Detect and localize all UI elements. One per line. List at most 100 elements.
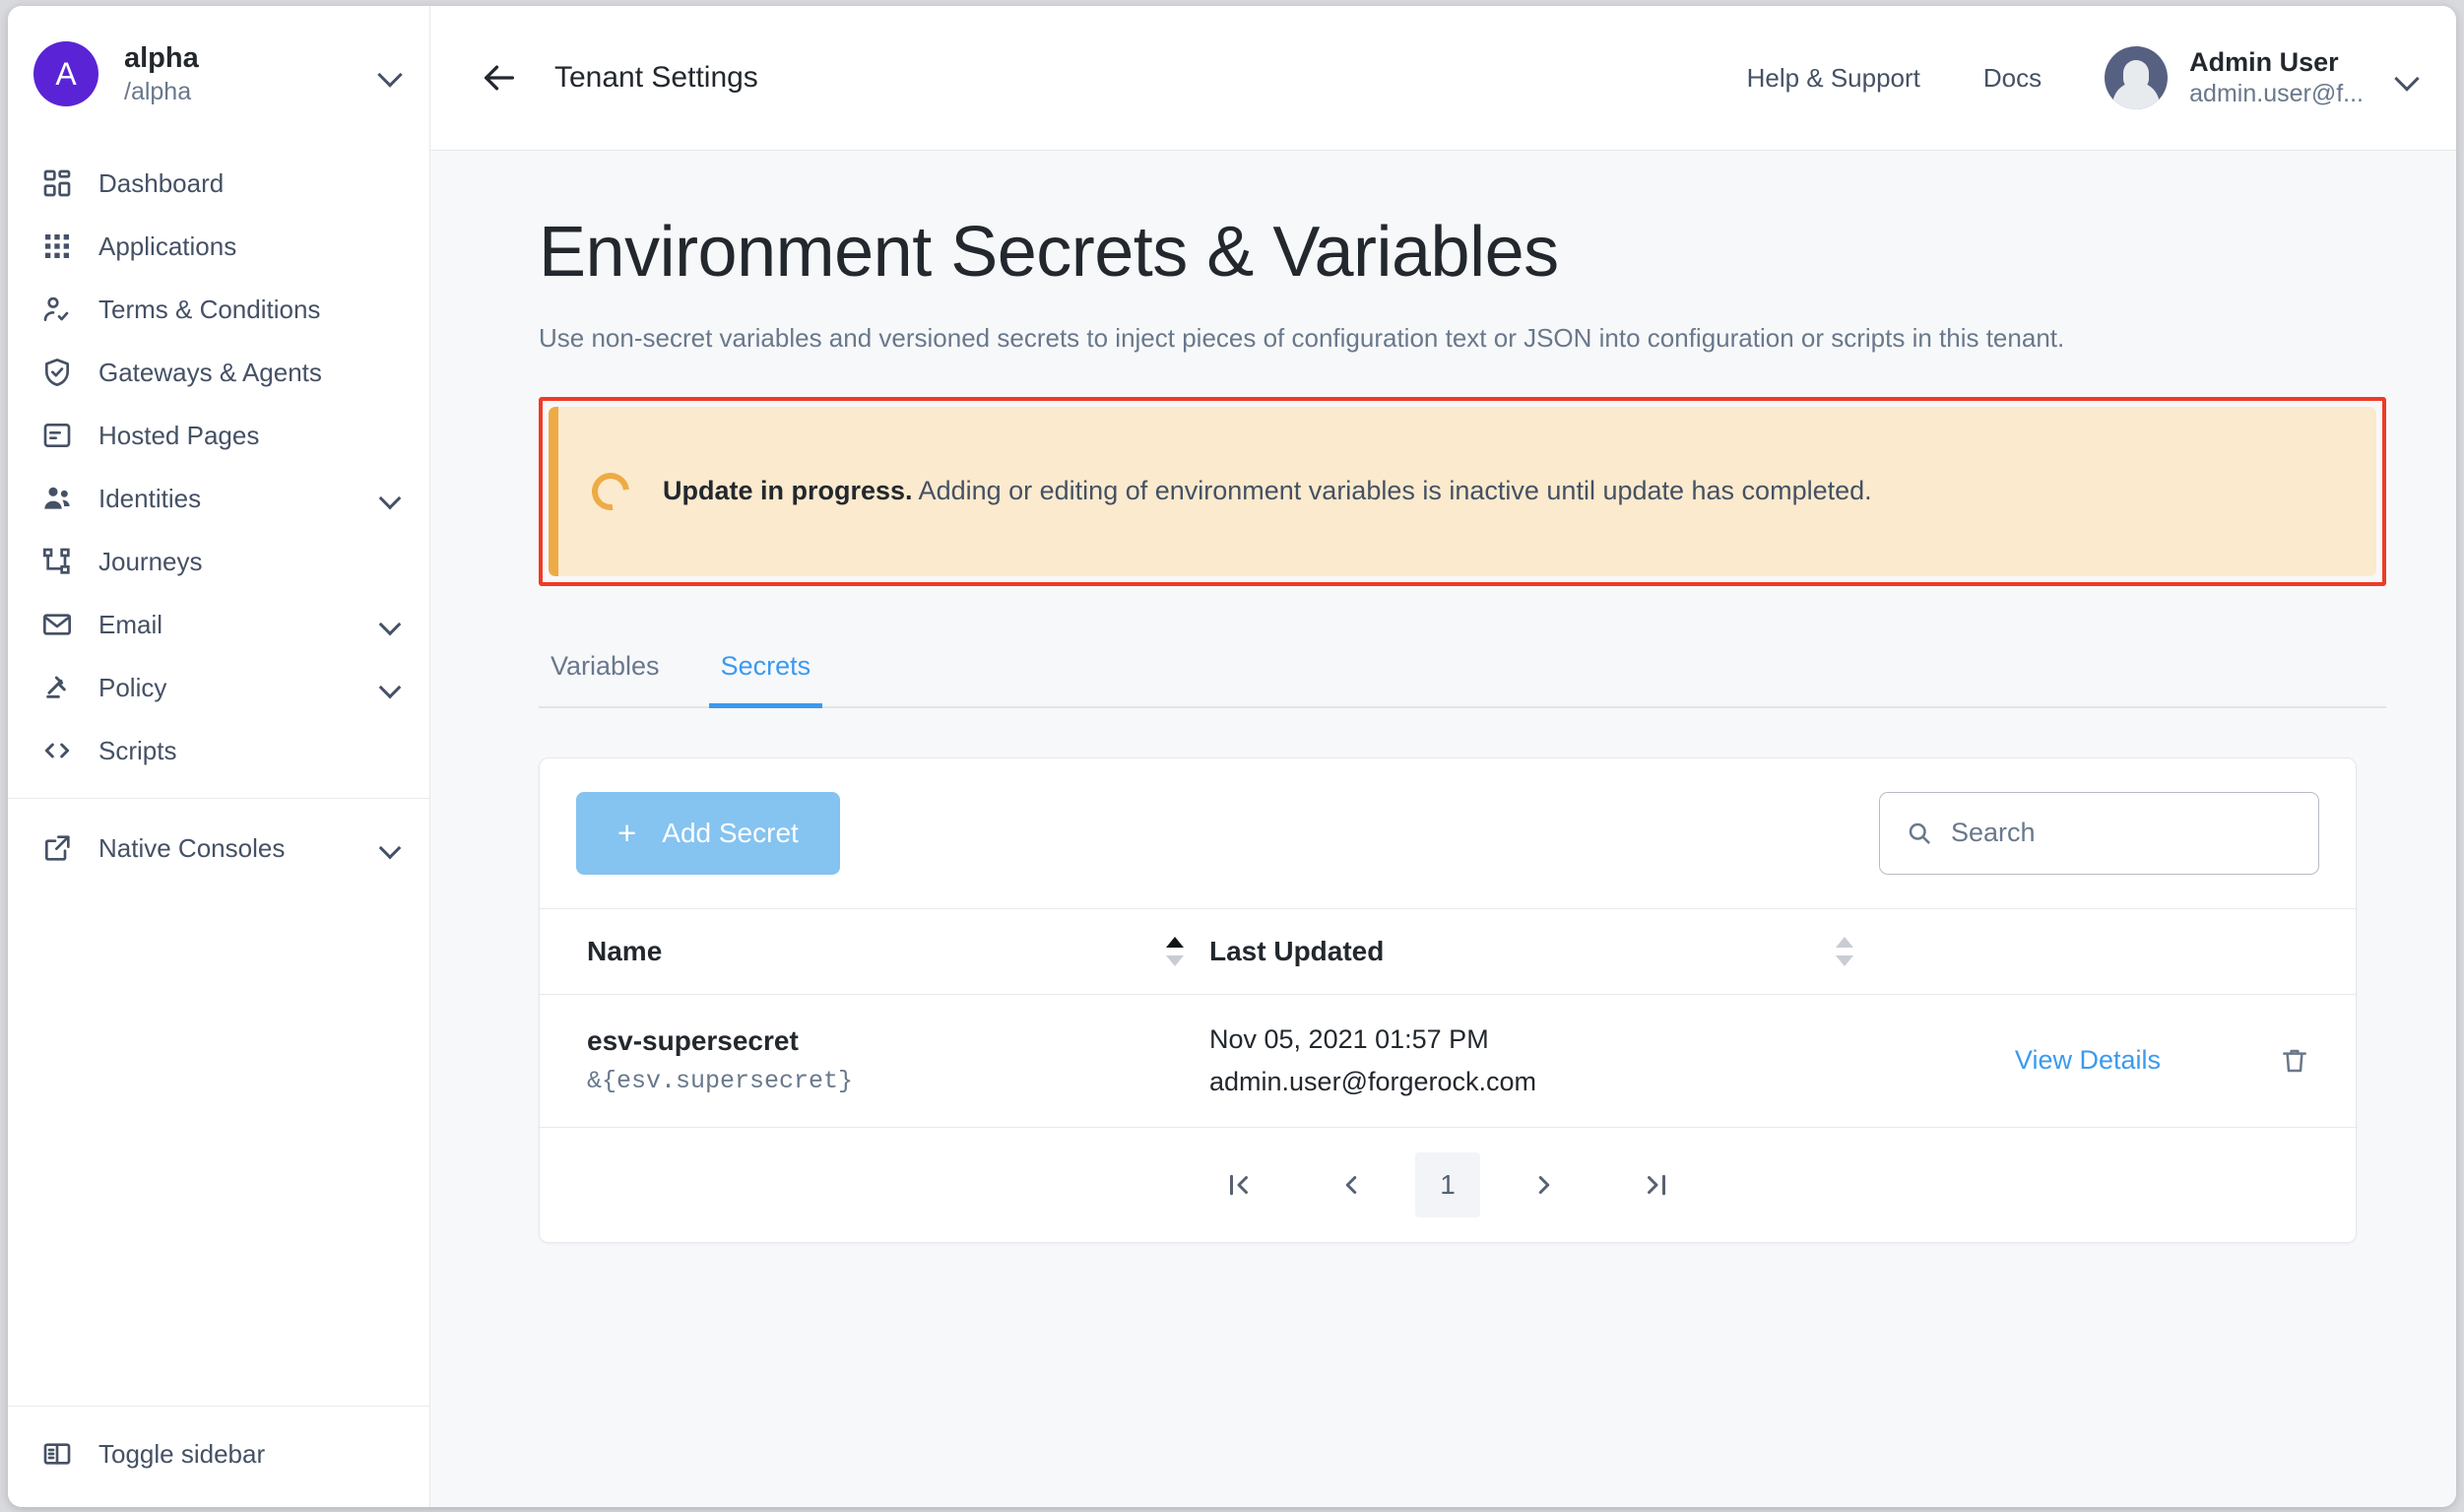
chevron-down-icon[interactable] — [378, 61, 404, 87]
table-row[interactable]: esv-supersecret &{esv.supersecret} Nov 0… — [540, 994, 2356, 1127]
tab-variables[interactable]: Variables — [539, 639, 672, 708]
sidebar-item-policy[interactable]: Policy — [8, 656, 429, 719]
sidebar-item-label: Identities — [98, 484, 380, 514]
cell-last-updated: Nov 05, 2021 01:57 PM admin.user@forgero… — [1209, 994, 1879, 1127]
sidebar-item-hosted-pages[interactable]: Hosted Pages — [8, 404, 429, 467]
trash-icon[interactable] — [2279, 1045, 2310, 1077]
avatar — [2105, 46, 2168, 109]
update-in-progress-alert: Update in progress. Adding or editing of… — [549, 407, 2376, 576]
chevron-down-icon[interactable] — [380, 613, 404, 636]
sidebar-item-terms-conditions[interactable]: Terms & Conditions — [8, 278, 429, 341]
sidebar-toggle-section: Toggle sidebar — [8, 1406, 429, 1507]
secrets-table: Name Last Updated — [540, 908, 2356, 1128]
page-content: Environment Secrets & Variables Use non-… — [430, 151, 2456, 1507]
envelope-icon — [41, 609, 81, 640]
spinner-icon — [584, 465, 636, 517]
sidebar-item-native-consoles[interactable]: Native Consoles — [8, 817, 429, 880]
sidebar-nav: Dashboard Applications — [8, 142, 429, 880]
pagination: 1 — [540, 1128, 2356, 1242]
page-header-title: Tenant Settings — [554, 61, 758, 95]
secret-reference: &{esv.supersecret} — [587, 1067, 1209, 1095]
pagination-prev-button[interactable] — [1319, 1152, 1384, 1217]
view-details-link[interactable]: View Details — [2015, 1045, 2161, 1076]
dashboard-icon — [41, 167, 81, 199]
page-last-icon — [1642, 1170, 1671, 1200]
sidebar-item-identities[interactable]: Identities — [8, 467, 429, 530]
gavel-icon — [41, 672, 81, 703]
top-bar-right: Help & Support Docs Admin User admin.use… — [1747, 46, 2421, 110]
search-container — [1879, 792, 2319, 875]
add-secret-button[interactable]: + Add Secret — [576, 792, 840, 875]
page-first-icon — [1224, 1170, 1254, 1200]
chevron-right-icon — [1529, 1170, 1559, 1200]
page-title: Environment Secrets & Variables — [539, 216, 2344, 291]
tab-secrets[interactable]: Secrets — [709, 639, 823, 708]
last-updated-date: Nov 05, 2021 01:57 PM — [1209, 1024, 1879, 1055]
page-subtitle: Use non-secret variables and versioned s… — [539, 318, 2302, 358]
pagination-last-button[interactable] — [1624, 1152, 1689, 1217]
search-input[interactable] — [1951, 818, 2293, 848]
search-icon — [1906, 820, 1935, 847]
sidebar-item-label: Email — [98, 610, 380, 640]
help-support-link[interactable]: Help & Support — [1747, 63, 1920, 94]
pagination-first-button[interactable] — [1206, 1152, 1271, 1217]
pagination-next-button[interactable] — [1512, 1152, 1577, 1217]
column-header-last-updated[interactable]: Last Updated — [1209, 908, 1879, 994]
tenant-avatar: A — [33, 41, 98, 106]
alert-message: Update in progress. Adding or editing of… — [663, 476, 1872, 506]
column-header-name[interactable]: Name — [540, 908, 1209, 994]
code-brackets-icon — [41, 735, 81, 766]
sidebar-item-journeys[interactable]: Journeys — [8, 530, 429, 593]
sidebar-item-email[interactable]: Email — [8, 593, 429, 656]
users-icon — [41, 483, 81, 514]
sidebar-item-applications[interactable]: Applications — [8, 215, 429, 278]
sort-arrows-icon[interactable] — [1836, 935, 1853, 968]
search-box[interactable] — [1879, 792, 2319, 875]
alert-body-text: Adding or editing of environment variabl… — [913, 476, 1872, 505]
chevron-down-icon[interactable] — [2395, 65, 2421, 91]
shield-check-icon — [41, 357, 81, 388]
user-menu[interactable]: Admin User admin.user@f... — [2105, 46, 2421, 110]
column-header-actions — [1879, 908, 2356, 994]
docs-link[interactable]: Docs — [1983, 63, 2042, 94]
alert-highlight-box: Update in progress. Adding or editing of… — [539, 397, 2386, 586]
column-header-name-label: Name — [587, 936, 662, 967]
cell-actions: View Details — [1879, 994, 2356, 1127]
user-email: admin.user@f... — [2189, 79, 2364, 109]
sidebar-item-scripts[interactable]: Scripts — [8, 719, 429, 782]
back-button[interactable] — [472, 50, 527, 105]
toggle-sidebar-label: Toggle sidebar — [98, 1439, 404, 1470]
sidebar-item-dashboard[interactable]: Dashboard — [8, 152, 429, 215]
sidebar-item-label: Dashboard — [98, 168, 404, 199]
chevron-down-icon[interactable] — [380, 676, 404, 699]
toggle-sidebar-button[interactable]: Toggle sidebar — [8, 1422, 429, 1485]
sidebar-item-label: Gateways & Agents — [98, 358, 404, 388]
sidebar-item-label: Native Consoles — [98, 833, 380, 864]
sidebar-divider — [8, 798, 429, 799]
chevron-down-icon[interactable] — [380, 487, 404, 510]
chevron-down-icon[interactable] — [380, 836, 404, 860]
top-bar: Tenant Settings Help & Support Docs Admi… — [430, 6, 2456, 151]
tenant-path: /alpha — [124, 76, 378, 108]
add-secret-label: Add Secret — [662, 818, 799, 849]
table-head: Name Last Updated — [540, 908, 2356, 994]
pagination-page-1[interactable]: 1 — [1415, 1152, 1480, 1217]
card-toolbar: + Add Secret — [540, 758, 2356, 908]
tab-bar: Variables Secrets — [539, 639, 2386, 708]
page-icon — [41, 420, 81, 451]
sidebar-item-gateways-agents[interactable]: Gateways & Agents — [8, 341, 429, 404]
sidebar-item-label: Terms & Conditions — [98, 295, 404, 325]
sort-arrows-icon[interactable] — [1166, 935, 1184, 968]
column-header-last-updated-label: Last Updated — [1209, 936, 1384, 967]
tenant-name: alpha — [124, 40, 378, 76]
sidebar-item-label: Hosted Pages — [98, 421, 404, 451]
cell-name: esv-supersecret &{esv.supersecret} — [540, 994, 1209, 1127]
sidebar-toggle-icon — [41, 1438, 81, 1470]
app-window: A alpha /alpha Dashboard — [8, 6, 2456, 1507]
tenant-selector[interactable]: A alpha /alpha — [8, 6, 429, 142]
last-updated-user: admin.user@forgerock.com — [1209, 1067, 1879, 1097]
table-header-row: Name Last Updated — [540, 908, 2356, 994]
sidebar-item-label: Journeys — [98, 547, 404, 577]
sidebar-item-label: Policy — [98, 673, 380, 703]
secret-name: esv-supersecret — [587, 1025, 1209, 1057]
